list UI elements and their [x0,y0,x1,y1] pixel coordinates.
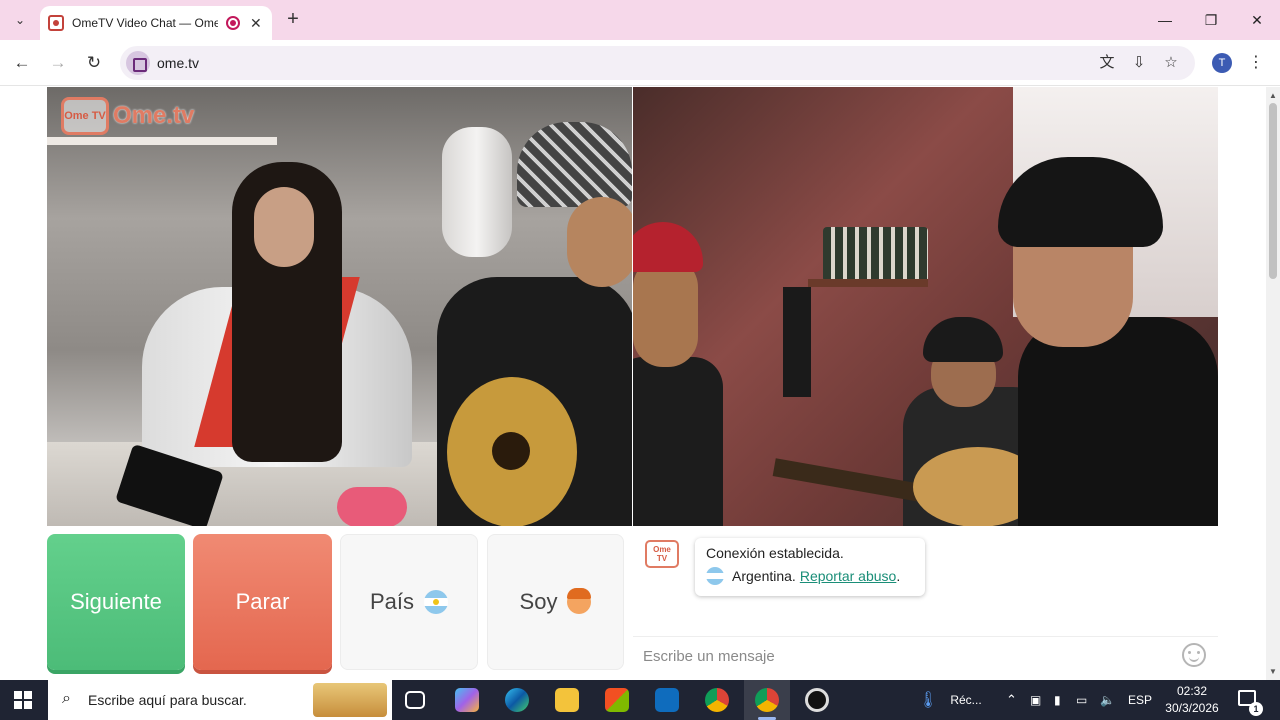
ometv-chat-logo-icon: Ome TV [645,540,679,568]
argentina-flag-icon [424,590,449,614]
tab-strip: ⌄ OmeTV Video Chat — Ome ✕ + — ❐ ✕ [0,0,1280,40]
chrome-profile-icon[interactable] [755,688,779,712]
bottles [823,227,928,282]
chat-input-bar [633,636,1218,674]
next-button-label: Siguiente [70,589,162,614]
argentina-flag-icon [706,567,724,585]
address-bar[interactable]: ome.tv 文 ⇩ ☆ [120,46,1195,80]
thermometer-icon: 🌡 [918,692,939,709]
browser-menu-icon[interactable]: ⋮ [1248,52,1264,72]
remote-video [633,87,1218,526]
scroll-down-icon[interactable]: ▼ [1269,667,1277,676]
translate-icon[interactable]: 文 [1098,54,1116,72]
stop-button-label: Parar [235,589,290,614]
system-clock[interactable]: 02:32 30/3/2026 [1160,683,1224,717]
tab-search-button[interactable]: ⌄ [8,8,32,32]
reload-button[interactable]: ↻ [83,52,105,74]
profile-avatar[interactable]: T [1212,53,1232,73]
page-scrollbar[interactable]: ▲ ▼ [1266,87,1280,680]
system-message: Conexión establecida. Argentina. Reporta… [695,538,925,596]
guitar [447,377,577,526]
network-icon[interactable]: ▭ [1076,680,1087,720]
poster [783,287,811,397]
boy-emoji-icon [567,588,592,614]
chrome-icon[interactable] [705,688,729,712]
person-face [633,257,698,367]
file-explorer-icon[interactable] [555,688,579,712]
shelf [47,137,277,145]
tray-overflow-icon[interactable]: ⌃ [1006,680,1017,720]
windows-start-icon[interactable] [14,691,32,709]
clock-time: 02:32 [1176,684,1208,698]
water-heater [442,127,512,257]
obs-studio-icon[interactable] [805,688,829,712]
connection-status: Conexión establecida. [706,545,844,561]
tab-close-icon[interactable]: ✕ [250,15,262,32]
message-input[interactable] [643,645,1163,667]
windows-taskbar: ⌕ Escribe aquí para buscar. 🌡 Réc... ⌃ ▣… [0,680,1280,720]
battery-icon[interactable]: ▮ [1054,680,1061,720]
tab-ometv[interactable]: OmeTV Video Chat — Ome ✕ [40,6,272,40]
red-cap [633,222,703,272]
taskbar-search-placeholder: Escribe aquí para buscar. [88,692,247,708]
person-face [567,197,632,287]
ometv-wordmark: Ome.tv [113,102,195,129]
report-suffix: . [896,568,901,584]
url-text[interactable]: ome.tv [157,55,199,71]
ometv-page: Ome TV Ome.tv Siguiente Parar País Soy O… [0,87,1280,680]
person-hat [517,122,632,207]
ometv-favicon-icon [48,15,64,31]
search-highlight-image[interactable] [313,683,387,717]
local-video: Ome TV Ome.tv [47,87,632,526]
chat-panel: Ome TV Conexión establecida. Argentina. … [633,526,1218,680]
scroll-thumb[interactable] [1269,103,1277,279]
task-view-icon[interactable] [405,691,425,709]
bookmark-star-icon[interactable]: ☆ [1162,54,1180,72]
browser-toolbar: ← → ↻ ome.tv 文 ⇩ ☆ T ⋮ [0,40,1280,86]
input-language[interactable]: ESP [1128,680,1152,720]
copilot-icon[interactable] [455,688,479,712]
microsoft-store-icon[interactable] [605,688,629,712]
shelf [808,279,928,287]
person-body [633,357,723,526]
new-tab-button[interactable]: + [282,8,304,30]
weather-widget[interactable]: 🌡 Réc... [918,680,982,720]
notification-count-badge: 1 [1249,702,1263,716]
clock-date: 30/3/2026 [1165,701,1219,715]
pink-object [337,487,407,526]
ometv-logo-badge: Ome TV [61,97,109,135]
weather-label: Réc... [950,693,982,707]
forward-button[interactable]: → [47,52,69,74]
partner-country: Argentina. [732,568,796,584]
country-filter-button[interactable]: País [340,534,478,670]
report-abuse-link[interactable]: Reportar abuso [800,568,897,584]
close-window-button[interactable]: ✕ [1234,0,1280,40]
volume-icon[interactable]: 🔈 [1100,680,1115,720]
person-hair [923,317,1003,362]
person-body [1018,317,1218,526]
meet-now-icon[interactable]: ▣ [1030,680,1041,720]
edge-icon[interactable] [505,688,529,712]
outlook-icon[interactable] [655,688,679,712]
minimize-button[interactable]: — [1142,0,1188,40]
country-button-label: País [369,589,415,614]
site-info-icon[interactable] [126,51,150,75]
tab-title: OmeTV Video Chat — Ome [72,16,218,30]
search-icon: ⌕ [62,690,71,707]
ometv-logo[interactable]: Ome TV Ome.tv [61,97,194,135]
stop-button[interactable]: Parar [193,534,332,670]
gender-button[interactable]: Soy [487,534,624,670]
next-button[interactable]: Siguiente [47,534,185,670]
maximize-button[interactable]: ❐ [1188,0,1234,40]
back-button[interactable]: ← [11,52,33,74]
taskbar-search[interactable]: ⌕ Escribe aquí para buscar. [48,680,392,720]
person-face [254,187,314,267]
recording-indicator-icon [226,16,240,30]
install-app-icon[interactable]: ⇩ [1130,54,1148,72]
emoji-picker-icon[interactable] [1182,643,1206,667]
scroll-up-icon[interactable]: ▲ [1269,91,1277,100]
gender-button-label: Soy [519,589,558,614]
